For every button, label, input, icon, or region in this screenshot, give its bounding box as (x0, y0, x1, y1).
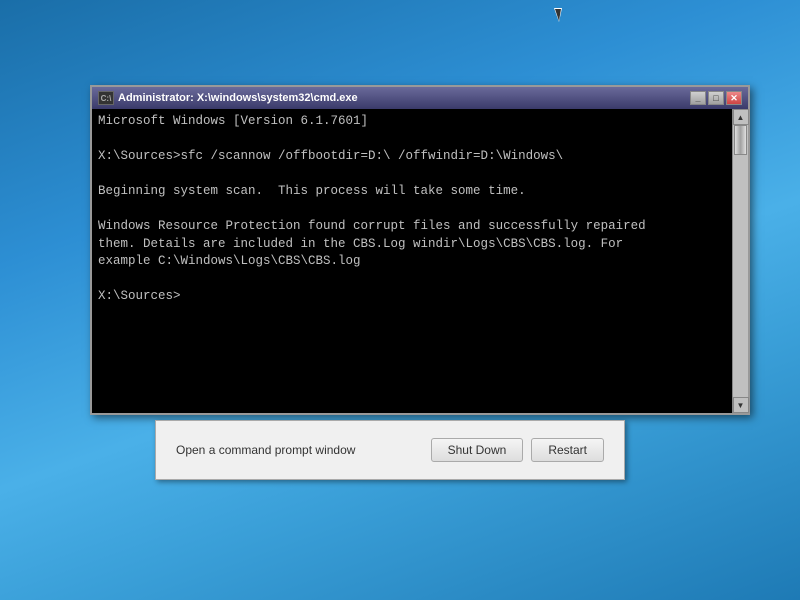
dialog-buttons: Shut Down Restart (431, 438, 604, 462)
restart-button[interactable]: Restart (531, 438, 604, 462)
scroll-up-arrow[interactable]: ▲ (733, 109, 749, 125)
desktop: C:\ Administrator: X:\windows\system32\c… (0, 0, 800, 600)
dialog-box: Open a command prompt window Shut Down R… (155, 420, 625, 480)
cmd-title: Administrator: X:\windows\system32\cmd.e… (118, 92, 686, 104)
titlebar-buttons: _ □ ✕ (690, 91, 742, 105)
mouse-cursor (550, 8, 560, 24)
shutdown-button[interactable]: Shut Down (431, 438, 524, 462)
cmd-output[interactable]: Microsoft Windows [Version 6.1.7601] X:\… (92, 109, 732, 413)
scroll-down-arrow[interactable]: ▼ (733, 397, 749, 413)
close-button[interactable]: ✕ (726, 91, 742, 105)
cmd-scrollbar[interactable]: ▲ ▼ (732, 109, 748, 413)
cmd-body: Microsoft Windows [Version 6.1.7601] X:\… (92, 109, 748, 413)
minimize-button[interactable]: _ (690, 91, 706, 105)
scrollbar-thumb[interactable] (734, 125, 747, 155)
cmd-window: C:\ Administrator: X:\windows\system32\c… (90, 85, 750, 415)
restore-button[interactable]: □ (708, 91, 724, 105)
dialog-text: Open a command prompt window (176, 443, 355, 457)
cmd-icon: C:\ (98, 91, 114, 105)
cmd-titlebar: C:\ Administrator: X:\windows\system32\c… (92, 87, 748, 109)
scrollbar-track[interactable] (733, 125, 748, 397)
